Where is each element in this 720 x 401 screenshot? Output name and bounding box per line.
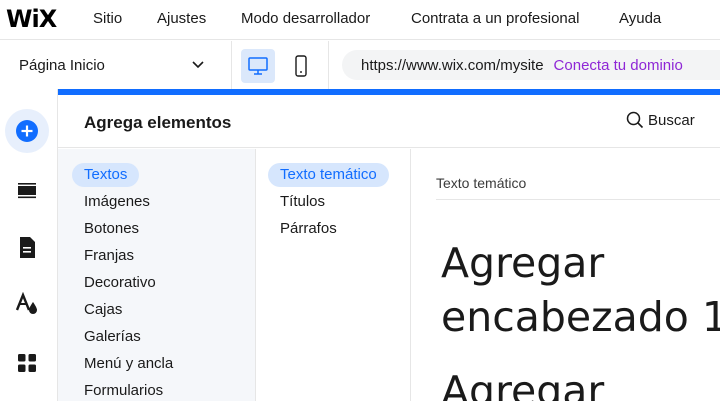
connect-domain-link[interactable]: Conecta tu dominio [554, 57, 683, 74]
heading1-preview-line2[interactable]: encabezado 1 [441, 290, 720, 344]
search-label: Buscar [648, 111, 695, 129]
left-toolbar [0, 89, 58, 401]
apps-button[interactable] [5, 341, 49, 385]
subcategory-list: Texto temático Títulos Párrafos [256, 149, 411, 401]
category-botones[interactable]: Botones [72, 217, 151, 241]
search-icon [626, 111, 644, 129]
add-elements-panel: Agrega elementos Buscar Textos Imágenes … [58, 95, 720, 401]
mobile-icon [295, 55, 307, 77]
category-franjas[interactable]: Franjas [72, 244, 146, 268]
heading2-preview-line1[interactable]: Agregar [441, 364, 604, 401]
add-section-button[interactable] [5, 169, 49, 213]
apps-icon [18, 354, 36, 372]
category-list: Textos Imágenes Botones Franjas Decorati… [58, 149, 256, 401]
menu-contrata-profesional[interactable]: Contrata a un profesional [411, 10, 579, 27]
page-selector-label: Página Inicio [19, 56, 105, 74]
panel-title: Agrega elementos [84, 113, 232, 132]
menu-sitio[interactable]: Sitio [93, 10, 122, 27]
toolbar-divider [328, 41, 329, 89]
site-design-button[interactable] [5, 282, 49, 326]
menu-ajustes[interactable]: Ajustes [157, 10, 206, 27]
add-icon [16, 120, 38, 142]
preview-divider [436, 199, 720, 200]
category-formularios[interactable]: Formularios [72, 379, 175, 401]
panel-header: Agrega elementos Buscar [58, 95, 720, 148]
category-textos[interactable]: Textos [72, 163, 140, 187]
sections-icon [18, 183, 36, 199]
add-elements-button[interactable] [5, 109, 49, 153]
wix-logo[interactable]: WiX [6, 5, 57, 33]
category-decorativo[interactable]: Decorativo [72, 271, 168, 295]
page-selector[interactable]: Página Inicio [0, 41, 232, 89]
subcategory-texto-tematico[interactable]: Texto temático [268, 163, 389, 187]
preview-section-title: Texto temático [436, 175, 527, 191]
url-bar: https://www.wix.com/mysite Conecta tu do… [342, 50, 720, 80]
menu-ayuda[interactable]: Ayuda [619, 10, 661, 27]
category-imagenes[interactable]: Imágenes [72, 190, 162, 214]
site-url: https://www.wix.com/mysite [361, 56, 544, 74]
subcategory-parrafos[interactable]: Párrafos [268, 217, 349, 241]
design-icon [15, 292, 37, 314]
category-menu-ancla[interactable]: Menú y ancla [72, 352, 185, 376]
menu-modo-desarrollador[interactable]: Modo desarrollador [241, 10, 370, 27]
preview-area: Texto temático Agregar encabezado 1 Agre… [411, 149, 720, 401]
category-galerias[interactable]: Galerías [72, 325, 153, 349]
pages-button[interactable] [5, 226, 49, 270]
category-cajas[interactable]: Cajas [72, 298, 134, 322]
mobile-view-button[interactable] [284, 49, 318, 83]
desktop-view-button[interactable] [241, 49, 275, 83]
search-button[interactable]: Buscar [626, 111, 695, 129]
subcategory-titulos[interactable]: Títulos [268, 190, 337, 214]
heading1-preview-line1[interactable]: Agregar [441, 236, 604, 290]
pages-icon [20, 237, 35, 258]
top-menu-bar: WiX Sitio Ajustes Modo desarrollador Con… [0, 0, 720, 40]
page-toolbar: Página Inicio https://www.wix.com/mysite… [0, 41, 720, 89]
desktop-icon [248, 57, 268, 75]
chevron-down-icon [192, 61, 204, 69]
